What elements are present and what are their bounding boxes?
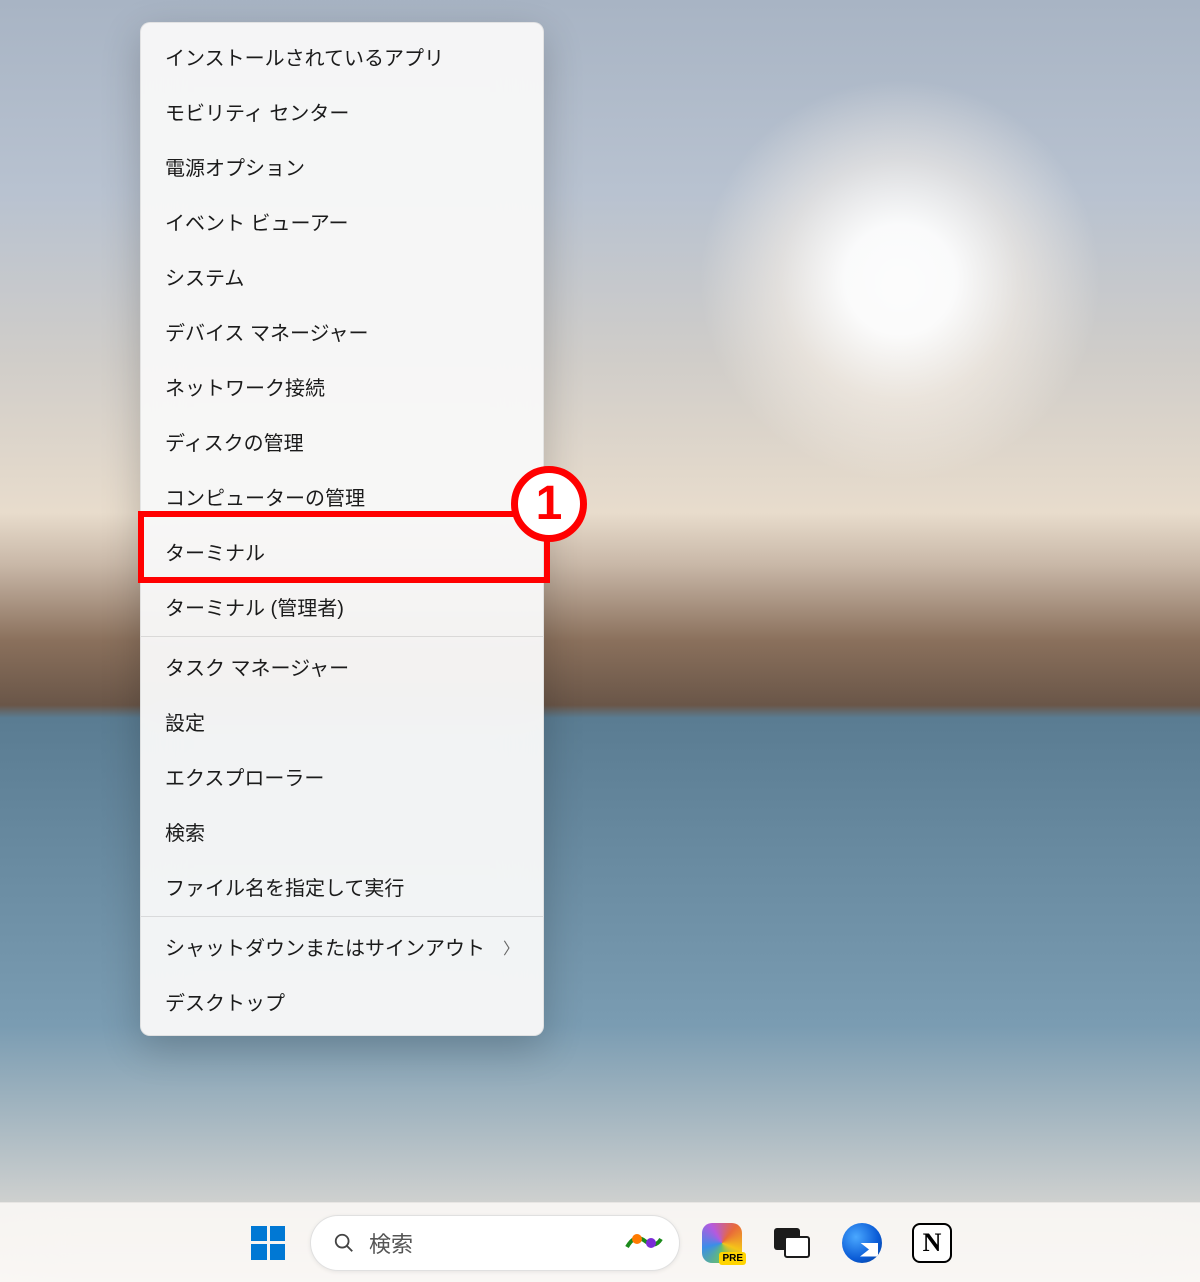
- menu-item-shutdown-signout[interactable]: シャットダウンまたはサインアウト 〉: [141, 919, 543, 974]
- search-placeholder: 検索: [369, 1227, 607, 1259]
- menu-item-terminal-admin[interactable]: ターミナル (管理者): [141, 579, 543, 634]
- chevron-right-icon: 〉: [503, 935, 519, 959]
- menu-item-explorer[interactable]: エクスプローラー: [141, 749, 543, 804]
- menu-item-disk-management[interactable]: ディスクの管理: [141, 414, 543, 469]
- menu-item-label: ディスクの管理: [165, 427, 304, 456]
- desktop-wallpaper: インストールされているアプリ モビリティ センター 電源オプション イベント ビ…: [0, 0, 1200, 1282]
- menu-item-computer-management[interactable]: コンピューターの管理: [141, 469, 543, 524]
- windows-logo-icon: [251, 1226, 285, 1260]
- taskbar-app-thunderbird[interactable]: [834, 1215, 890, 1271]
- taskbar-task-view[interactable]: [764, 1215, 820, 1271]
- menu-item-event-viewer[interactable]: イベント ビューアー: [141, 194, 543, 249]
- menu-item-label: シャットダウンまたはサインアウト: [165, 932, 485, 961]
- menu-item-system[interactable]: システム: [141, 249, 543, 304]
- taskbar-app-copilot[interactable]: PRE: [694, 1215, 750, 1271]
- menu-item-label: インストールされているアプリ: [165, 42, 444, 71]
- menu-separator: [141, 916, 543, 917]
- menu-item-label: 設定: [165, 707, 205, 736]
- menu-item-label: ネットワーク接続: [165, 372, 325, 401]
- menu-item-task-manager[interactable]: タスク マネージャー: [141, 639, 543, 694]
- menu-item-label: 電源オプション: [165, 152, 305, 181]
- search-icon: [333, 1232, 355, 1254]
- menu-item-search[interactable]: 検索: [141, 804, 543, 859]
- menu-item-power-options[interactable]: 電源オプション: [141, 139, 543, 194]
- menu-item-run[interactable]: ファイル名を指定して実行: [141, 859, 543, 914]
- copilot-badge: PRE: [719, 1252, 746, 1265]
- menu-item-show-desktop[interactable]: デスクトップ: [141, 974, 543, 1029]
- menu-item-label: システム: [165, 262, 244, 291]
- menu-item-mobility-center[interactable]: モビリティ センター: [141, 84, 543, 139]
- menu-item-label: 検索: [165, 817, 205, 846]
- menu-item-settings[interactable]: 設定: [141, 694, 543, 749]
- menu-item-label: タスク マネージャー: [165, 652, 349, 681]
- menu-item-device-manager[interactable]: デバイス マネージャー: [141, 304, 543, 359]
- task-view-icon: [774, 1228, 810, 1258]
- winx-context-menu: インストールされているアプリ モビリティ センター 電源オプション イベント ビ…: [140, 22, 544, 1036]
- menu-item-label: デスクトップ: [165, 987, 285, 1016]
- menu-item-label: モビリティ センター: [165, 97, 349, 126]
- menu-item-installed-apps[interactable]: インストールされているアプリ: [141, 29, 543, 84]
- menu-item-label: ターミナル: [165, 537, 265, 566]
- taskbar: 検索 PRE N: [0, 1202, 1200, 1282]
- taskbar-center: 検索 PRE N: [240, 1215, 960, 1271]
- notion-icon: N: [912, 1223, 952, 1263]
- menu-item-label: コンピューターの管理: [165, 482, 365, 511]
- menu-item-label: イベント ビューアー: [165, 207, 349, 236]
- menu-item-terminal[interactable]: ターミナル: [141, 524, 543, 579]
- taskbar-app-notion[interactable]: N: [904, 1215, 960, 1271]
- search-highlight-icon: [621, 1221, 665, 1265]
- menu-item-label: エクスプローラー: [165, 762, 324, 791]
- menu-item-label: デバイス マネージャー: [165, 317, 369, 346]
- menu-item-label: ファイル名を指定して実行: [165, 872, 404, 901]
- thunderbird-icon: [842, 1223, 882, 1263]
- start-button[interactable]: [240, 1215, 296, 1271]
- menu-item-label: ターミナル (管理者): [165, 592, 344, 621]
- menu-item-network-connections[interactable]: ネットワーク接続: [141, 359, 543, 414]
- taskbar-search[interactable]: 検索: [310, 1215, 680, 1271]
- menu-separator: [141, 636, 543, 637]
